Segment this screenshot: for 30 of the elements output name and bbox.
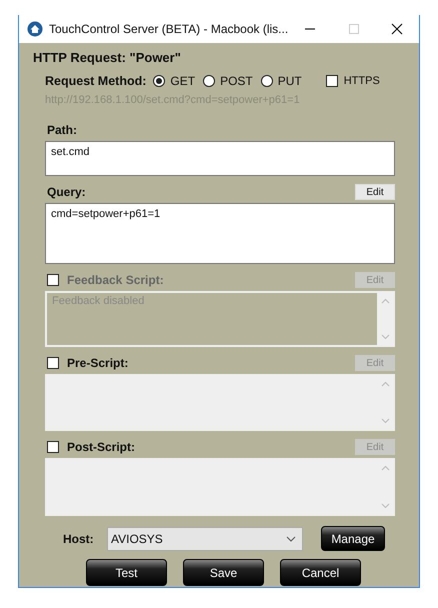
host-dropdown[interactable]: AVIOSYS bbox=[107, 526, 303, 550]
maximize-icon bbox=[348, 23, 360, 35]
text-field[interactable]: cmd=setpower+p61=1 bbox=[45, 203, 395, 264]
host-label: Host: bbox=[63, 532, 95, 546]
manage-button[interactable]: Manage bbox=[321, 526, 385, 551]
dialog-button[interactable]: Cancel bbox=[280, 559, 361, 586]
house-icon bbox=[27, 21, 43, 37]
radio-button[interactable] bbox=[153, 75, 166, 87]
section-label: Feedback Script: bbox=[67, 273, 165, 287]
window-title: TouchControl Server (BETA) - Macbook (lis... bbox=[49, 22, 288, 36]
edit-button[interactable]: Edit bbox=[355, 184, 395, 200]
script-checkbox[interactable] bbox=[47, 441, 59, 453]
section-label: Post-Script: bbox=[67, 440, 136, 454]
chevron-down-icon bbox=[286, 536, 296, 542]
request-heading: HTTP Request: "Power" bbox=[33, 50, 182, 65]
https-checkbox[interactable]: HTTPS bbox=[326, 75, 380, 87]
radio-label: PUT bbox=[278, 74, 302, 88]
section-label: Query: bbox=[47, 185, 87, 199]
method-label: Request Method: bbox=[45, 74, 146, 88]
dialog-button[interactable]: Save bbox=[183, 559, 264, 586]
script-checkbox[interactable] bbox=[47, 357, 59, 369]
radio-button[interactable] bbox=[260, 75, 273, 87]
section-label: Path: bbox=[47, 123, 78, 137]
section-label: Pre-Script: bbox=[67, 356, 130, 370]
dialog-button[interactable]: Test bbox=[86, 559, 167, 586]
radio-label: POST bbox=[220, 74, 253, 88]
radio-label: GET bbox=[170, 74, 196, 88]
radio-button[interactable] bbox=[203, 75, 216, 87]
close-icon[interactable] bbox=[391, 23, 404, 35]
text-field[interactable]: set.cmd bbox=[45, 141, 395, 176]
